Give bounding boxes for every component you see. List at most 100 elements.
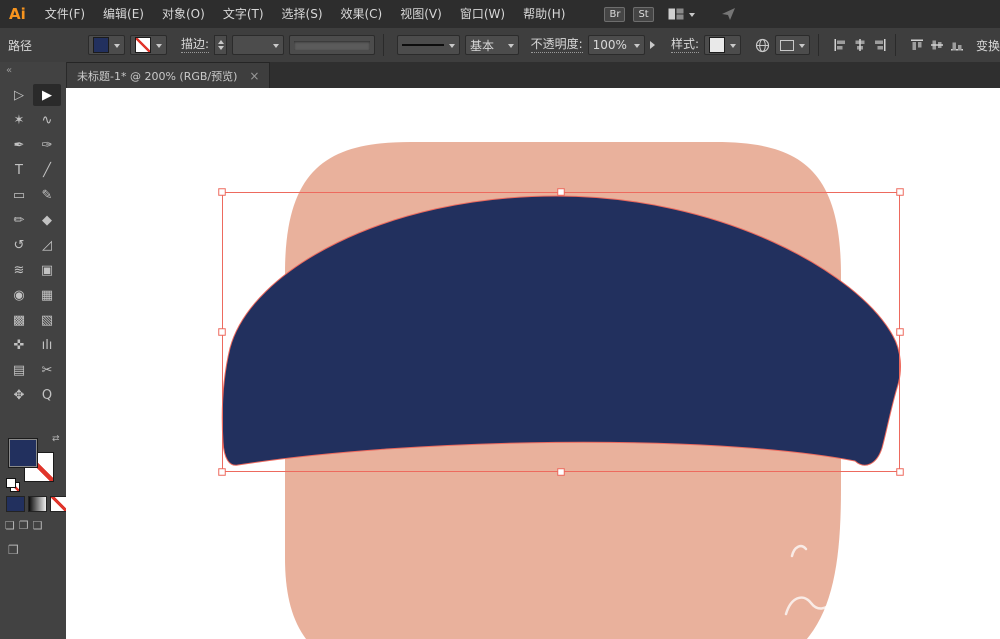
menu-item-1[interactable]: 编辑(E) (94, 0, 153, 28)
tool-grid: ▷ ▶ ✶ ∿ ✒ ✑ T ╱ ▭ ✎ ✏ ◆ ↺ ◿ ≋ ▣ ◉ ▦ ▩ ▧ ✜ ılı ▤ ✂ ✥ Q (0, 84, 66, 406)
collapse-panel-icon[interactable]: « (0, 62, 66, 79)
transform-label[interactable]: 变换 (976, 37, 1000, 54)
type-tool[interactable]: T (5, 159, 33, 181)
app-logo: Ai (9, 5, 26, 23)
shape-builder-tool[interactable]: ◉ (5, 284, 33, 306)
bridge-button[interactable]: Br (604, 6, 626, 22)
canvas-area[interactable] (66, 88, 1000, 639)
menu-bar: Ai 文件(F) 编辑(E) 对象(O) 文字(T) 选择(S) 效果(C) 视图(V) 窗口… (0, 0, 1000, 29)
gradient-tool[interactable]: ▧ (33, 309, 61, 331)
width-tool[interactable]: ≋ (5, 259, 33, 281)
menu-item-7[interactable]: 窗口(W) (451, 0, 514, 28)
draw-behind-button[interactable]: ❐ (19, 519, 29, 532)
document-tab[interactable]: 未标题-1* @ 200% (RGB/预览) × (66, 62, 271, 88)
magic-wand-tool[interactable]: ✶ (5, 109, 33, 131)
menu-item-3[interactable]: 文字(T) (214, 0, 273, 28)
slice-tool[interactable]: ✂ (33, 359, 61, 381)
menu-item-0[interactable]: 文件(F) (36, 0, 94, 28)
swap-fill-stroke-icon[interactable]: ⇄ (52, 434, 60, 444)
opacity-panel-arrow-icon[interactable] (649, 41, 659, 49)
style-dropdown[interactable] (703, 35, 741, 55)
brush-preview (402, 44, 444, 46)
fill-swatch[interactable] (8, 438, 38, 468)
gradient-button[interactable] (28, 496, 47, 512)
control-bar: 路径 描边: 基本 不透明度: 100% 样式: 变换 (0, 28, 1000, 63)
stroke-color-dropdown[interactable] (130, 35, 168, 55)
default-swatches-icon[interactable] (6, 478, 20, 492)
column-graph-tool[interactable]: ılı (33, 334, 61, 356)
width-profile-dropdown[interactable] (288, 35, 376, 55)
menu-item-4[interactable]: 选择(S) (273, 0, 332, 28)
align-center-button[interactable] (853, 38, 867, 52)
stroke-weight-dropdown[interactable] (231, 35, 284, 55)
zoom-tool[interactable]: Q (33, 384, 61, 406)
handle-bottom-right (896, 468, 904, 476)
chevron-down-icon (156, 43, 163, 51)
anchor-point-tool[interactable]: ✑ (33, 134, 61, 156)
tab-close-icon[interactable]: × (249, 69, 259, 83)
menu-item-8[interactable]: 帮助(H) (514, 0, 574, 28)
align-left-button[interactable] (833, 38, 847, 52)
shape-mode-dropdown[interactable] (774, 35, 810, 55)
line-segment-tool[interactable]: ╱ (33, 159, 61, 181)
handle-top-right (896, 188, 904, 196)
brush-definition-dropdown[interactable] (397, 35, 460, 55)
menu-item-5[interactable]: 效果(C) (332, 0, 392, 28)
eyedropper-tool[interactable]: ✜ (5, 334, 33, 356)
document-tab-title: 未标题-1* @ 200% (RGB/预览) (77, 69, 238, 83)
artboard-tool[interactable]: ▤ (5, 359, 33, 381)
color-button[interactable] (6, 496, 25, 512)
opacity-input[interactable]: 100% (587, 35, 645, 55)
style-label[interactable]: 样式: (670, 37, 699, 53)
align-bottom-button[interactable] (950, 38, 964, 52)
align-top-button[interactable] (910, 38, 924, 52)
pen-tool[interactable]: ✒ (5, 134, 33, 156)
draw-normal-button[interactable]: ❏ (5, 519, 15, 532)
pencil-tool[interactable]: ✏ (5, 209, 33, 231)
rotate-tool[interactable]: ↺ (5, 234, 33, 256)
fill-color-swatch (93, 37, 110, 53)
document-setup-globe-icon[interactable] (755, 38, 770, 53)
share-icon[interactable] (721, 7, 737, 21)
draw-mode-row: ❏ ❐ ❑ (5, 519, 43, 532)
handle-mid-right (896, 328, 904, 336)
scale-tool[interactable]: ◿ (33, 234, 61, 256)
workspace-icon (668, 8, 684, 20)
perspective-grid-tool[interactable]: ▦ (33, 284, 61, 306)
rectangle-tool[interactable]: ▭ (5, 184, 33, 206)
screen-mode-button[interactable]: ❒ (8, 543, 19, 557)
chevron-down-icon (798, 43, 805, 51)
hand-tool[interactable]: ✥ (5, 384, 33, 406)
chevron-down-icon (729, 43, 736, 51)
mesh-tool[interactable]: ▩ (5, 309, 33, 331)
direct-selection-tool[interactable]: ▷ (5, 84, 33, 106)
stock-button[interactable]: St (633, 6, 654, 22)
stroke-none-swatch (135, 37, 152, 53)
draw-inside-button[interactable]: ❑ (33, 519, 43, 532)
opacity-label[interactable]: 不透明度: (530, 37, 583, 53)
width-profile-preview (293, 40, 371, 50)
align-right-button[interactable] (873, 38, 887, 52)
brush-basic-dropdown[interactable]: 基本 (464, 35, 519, 55)
stroke-weight-stepper[interactable] (214, 35, 227, 55)
lasso-tool[interactable]: ∿ (33, 109, 61, 131)
eraser-tool[interactable]: ◆ (33, 209, 61, 231)
shape-icon (779, 39, 794, 51)
fill-color-dropdown[interactable] (88, 35, 126, 55)
chevron-down-icon (507, 43, 514, 51)
divider (383, 34, 385, 56)
handle-top-left (218, 188, 226, 196)
free-transform-tool[interactable]: ▣ (33, 259, 61, 281)
tool-panel: « ▷ ▶ ✶ ∿ ✒ ✑ T ╱ ▭ ✎ ✏ ◆ ↺ ◿ ≋ ▣ ◉ ▦ ▩ ▧ ✜ ılı ▤ ✂ ✥ Q ⇄ ❏ ❐ ❑ ❒ (0, 62, 69, 639)
menu-item-6[interactable]: 视图(V) (391, 0, 451, 28)
align-middle-button[interactable] (930, 38, 944, 52)
handle-top-center (557, 188, 565, 196)
menu-item-2[interactable]: 对象(O) (153, 0, 214, 28)
chevron-down-icon (633, 43, 640, 51)
paintbrush-tool[interactable]: ✎ (33, 184, 61, 206)
stroke-weight-label[interactable]: 描边: (181, 37, 210, 53)
workspace-switcher[interactable] (668, 8, 695, 20)
selection-tool[interactable]: ▶ (33, 84, 61, 106)
handle-mid-left (218, 328, 226, 336)
context-label: 路径 (8, 38, 33, 53)
